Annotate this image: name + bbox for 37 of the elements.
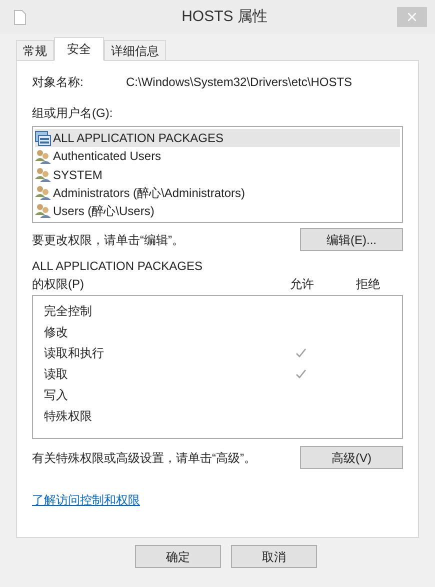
permissions-subtitle: 的权限(P) [32,276,85,293]
permission-name: 写入 [44,388,68,402]
allow-header: 允许 [289,276,315,293]
groups-label: 组或用户名(G): [32,105,114,122]
users-icon [35,185,51,200]
tab[interactable]: 安全 [54,37,104,61]
tab[interactable]: 详细信息 [104,40,166,60]
group-item[interactable]: Administrators (醉心\Administrators) [35,184,400,202]
users-icon [35,167,51,182]
close-icon [408,13,416,21]
object-name-value: C:\Windows\System32\Drivers\etc\HOSTS [126,74,352,91]
package-icon [35,130,51,146]
group-item[interactable]: ALL APPLICATION PACKAGES [35,129,400,148]
dialog-button[interactable]: 确定 [135,545,221,568]
users-icon [35,148,51,164]
permission-name: 特殊权限 [44,408,92,422]
learn-link[interactable]: 了解访问控制和权限 [32,491,140,509]
permission-name: 读取 [44,366,68,380]
permission-name: 修改 [44,324,68,338]
permissions-title: ALL APPLICATION PACKAGES [32,258,204,275]
users-icon [35,203,51,218]
tab[interactable]: 常规 [16,40,54,60]
window-title: HOSTS 属性 [180,6,268,27]
permission-name: 完全控制 [44,304,92,318]
group-item[interactable]: Authenticated Users [35,147,400,166]
deny-header: 拒绝 [355,276,381,293]
dialog-button[interactable]: 取消 [231,545,317,568]
close-button[interactable] [397,7,427,27]
advanced-hint: 有关特殊权限或高级设置，请单击“高级”。 [32,450,256,466]
advanced-button[interactable]: 高级(V) [300,446,403,469]
file-icon [14,10,26,24]
permission-name: 读取和执行 [44,346,104,360]
edit-button[interactable]: 编辑(E)... [300,228,403,251]
object-name-label: 对象名称: [32,74,84,91]
edit-hint: 要更改权限，请单击“编辑”。 [32,232,184,248]
group-item[interactable]: Users (醉心\Users) [35,202,400,220]
group-item[interactable]: SYSTEM [35,165,400,184]
